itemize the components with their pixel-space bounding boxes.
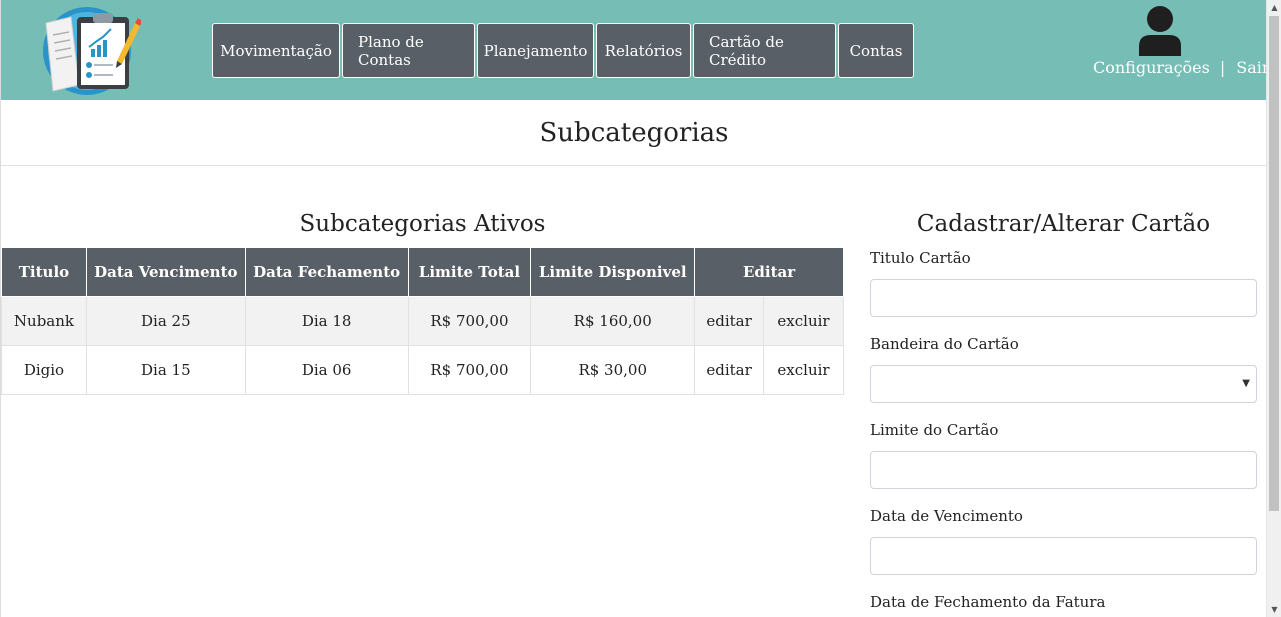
cell-limite-disponivel: R$ 30,00 xyxy=(530,345,696,395)
edit-link[interactable]: editar xyxy=(694,345,765,395)
vencimento-input[interactable] xyxy=(870,537,1257,575)
cell-fechamento: Dia 18 xyxy=(244,296,409,346)
nav-plano-de-contas[interactable]: Plano de Contas xyxy=(342,23,475,78)
delete-link[interactable]: excluir xyxy=(763,296,844,346)
table-row: Digio Dia 15 Dia 06 R$ 700,00 R$ 30,00 e… xyxy=(1,345,844,395)
nav-movimentacao[interactable]: Movimentação xyxy=(212,23,340,78)
header-data-fechamento: Data Fechamento xyxy=(244,247,409,297)
cell-limite-total: R$ 700,00 xyxy=(407,296,532,346)
fechamento-label: Data de Fechamento da Fatura xyxy=(870,593,1106,611)
nav-relatorios[interactable]: Relatórios xyxy=(596,23,691,78)
header-limite-disponivel: Limite Disponivel xyxy=(530,247,696,297)
cell-fechamento: Dia 06 xyxy=(244,345,409,395)
main-nav: Movimentação Plano de Contas Planejament… xyxy=(212,23,916,78)
titulo-cartao-input[interactable] xyxy=(870,279,1257,317)
form-title: Cadastrar/Alterar Cartão xyxy=(916,211,1211,237)
titulo-cartao-label: Titulo Cartão xyxy=(870,249,971,267)
user-avatar-icon[interactable] xyxy=(1137,6,1183,56)
nav-cartao-de-credito[interactable]: Cartão de Crédito xyxy=(693,23,836,78)
header-editar: Editar xyxy=(694,247,844,297)
scroll-thumb[interactable] xyxy=(1269,16,1279,511)
select-arrow-icon: ▼ xyxy=(1242,378,1250,389)
nav-contas[interactable]: Contas xyxy=(838,23,914,78)
limite-label: Limite do Cartão xyxy=(870,421,999,439)
edit-link[interactable]: editar xyxy=(694,296,765,346)
bandeira-label: Bandeira do Cartão xyxy=(870,335,1019,353)
cell-titulo: Digio xyxy=(1,345,87,395)
table-row: Nubank Dia 25 Dia 18 R$ 700,00 R$ 160,00… xyxy=(1,296,844,346)
cell-limite-disponivel: R$ 160,00 xyxy=(530,296,696,346)
page-scrollbar[interactable]: ▲ ▼ xyxy=(1266,0,1281,617)
logout-link[interactable]: Sair xyxy=(1236,58,1266,77)
vencimento-label: Data de Vencimento xyxy=(870,507,1023,525)
top-header: Movimentação Plano de Contas Planejament… xyxy=(1,0,1266,100)
cell-titulo: Nubank xyxy=(1,296,87,346)
cell-vencimento: Dia 15 xyxy=(85,345,246,395)
table-section-title: Subcategorias Ativos xyxy=(299,211,546,237)
app-logo-icon[interactable] xyxy=(39,5,141,97)
header-limite-total: Limite Total xyxy=(407,247,532,297)
nav-planejamento[interactable]: Planejamento xyxy=(477,23,594,78)
user-area: Configurações | Sair xyxy=(1091,6,1266,86)
header-data-vencimento: Data Vencimento xyxy=(85,247,246,297)
table-header-row: Titulo Data Vencimento Data Fechamento L… xyxy=(1,247,844,297)
settings-link[interactable]: Configurações xyxy=(1093,58,1210,77)
delete-link[interactable]: excluir xyxy=(763,345,844,395)
page: Movimentação Plano de Contas Planejament… xyxy=(0,0,1266,617)
cards-table: Titulo Data Vencimento Data Fechamento L… xyxy=(1,247,844,395)
limite-input[interactable] xyxy=(870,451,1257,489)
page-title: Subcategorias xyxy=(539,117,729,148)
bandeira-select[interactable]: ▼ xyxy=(870,365,1257,403)
scroll-up-icon[interactable]: ▲ xyxy=(1267,0,1281,15)
cell-limite-total: R$ 700,00 xyxy=(407,345,532,395)
page-title-band: Subcategorias xyxy=(1,100,1266,166)
user-links: Configurações | Sair xyxy=(1093,58,1266,77)
cell-vencimento: Dia 25 xyxy=(85,296,246,346)
link-separator: | xyxy=(1219,58,1226,77)
header-titulo: Titulo xyxy=(1,247,87,297)
scroll-down-icon[interactable]: ▼ xyxy=(1267,602,1281,617)
